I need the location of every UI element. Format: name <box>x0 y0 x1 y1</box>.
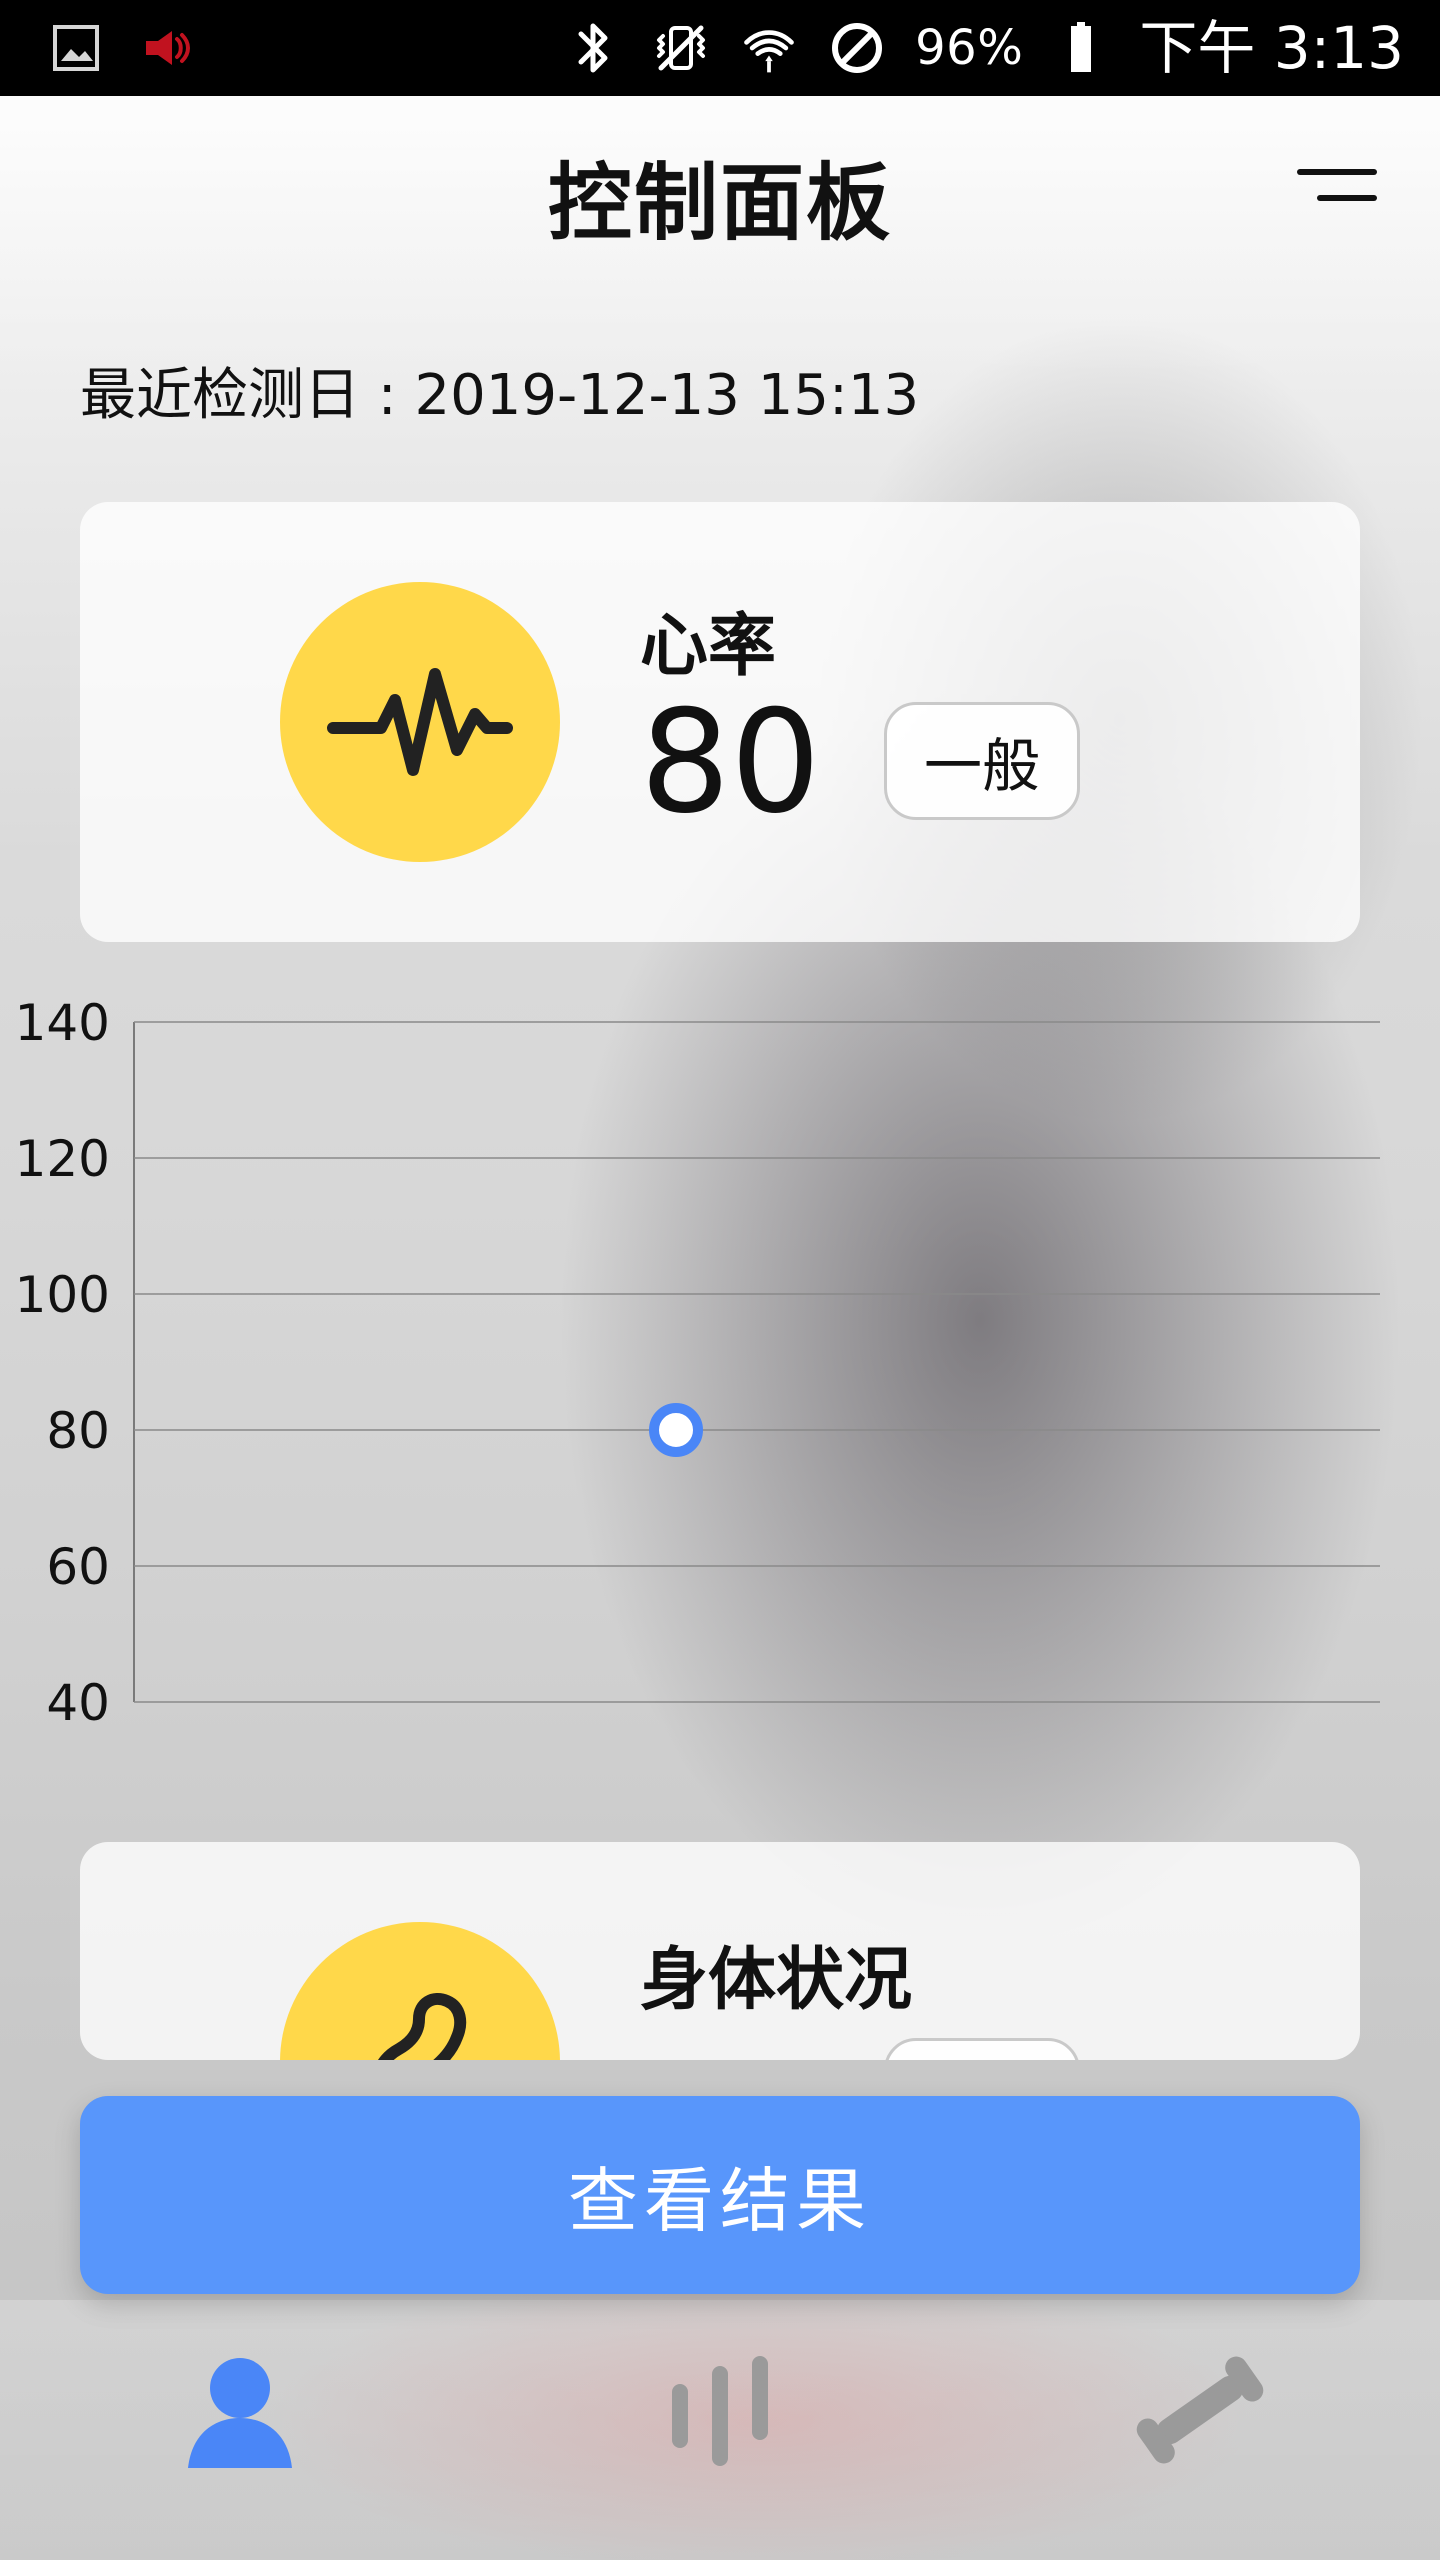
heart-rate-title: 心率 <box>640 607 777 686</box>
chart-y-tick-label: 60 <box>46 1538 110 1596</box>
wifi-icon <box>739 18 799 78</box>
do-not-disturb-icon <box>827 18 887 78</box>
vibrate-icon <box>651 18 711 78</box>
nav-profile[interactable] <box>130 2300 350 2520</box>
muscle-icon <box>378 1993 467 2060</box>
status-bar: 96% 下午 3:13 <box>0 0 1440 96</box>
nav-stats[interactable] <box>610 2300 830 2520</box>
menu-button[interactable] <box>1294 160 1380 214</box>
heart-rate-card: 心率 80 一般 <box>80 502 1360 942</box>
chart-svg: 140 120 100 80 60 40 <box>15 994 1380 1732</box>
last-check-value: 2019-12-13 15:13 <box>414 363 920 428</box>
body-status-icon-circle <box>280 1922 560 2060</box>
heartbeat-icon <box>327 668 513 776</box>
body-status-card: 身体状况 <box>80 1842 1360 2060</box>
stats-icon <box>672 2356 768 2466</box>
chart-y-tick-label: 40 <box>46 1674 110 1732</box>
bluetooth-icon <box>563 18 623 78</box>
heart-rate-icon-circle <box>280 582 560 862</box>
last-check-separator: : <box>360 363 415 428</box>
nav-training[interactable] <box>1090 2300 1310 2520</box>
status-bar-left <box>46 18 196 78</box>
status-bar-right: 96% 下午 3:13 <box>563 10 1404 86</box>
last-check-label: 最近检测日 <box>80 363 360 428</box>
chart-y-tick-label: 120 <box>15 1130 110 1188</box>
heart-rate-status-button[interactable]: 一般 <box>884 702 1080 820</box>
battery-icon <box>1051 18 1111 78</box>
menu-icon <box>1297 169 1377 201</box>
body-status-title: 身体状况 <box>640 1941 913 2020</box>
heart-rate-chart: 140 120 100 80 60 40 <box>0 980 1440 1740</box>
app-header: 控制面板 <box>0 96 1440 266</box>
chart-y-tick-label: 80 <box>46 1402 110 1460</box>
chart-y-tick-label: 100 <box>15 1266 110 1324</box>
last-check: 最近检测日 : 2019-12-13 15:13 <box>80 350 919 431</box>
chart-y-tick-label: 140 <box>15 994 110 1052</box>
view-results-button[interactable]: 查看结果 <box>80 2096 1360 2294</box>
user-icon <box>188 2358 292 2468</box>
chart-point <box>649 1403 703 1457</box>
body-status-status-button[interactable] <box>884 2038 1080 2060</box>
bottom-nav <box>0 2300 1440 2560</box>
page-title: 控制面板 <box>547 154 892 252</box>
volume-icon <box>136 18 196 78</box>
status-time: 下午 3:13 <box>1139 14 1404 82</box>
gallery-icon <box>46 18 106 78</box>
heart-rate-value: 80 <box>640 680 821 845</box>
battery-percent: 96% <box>915 20 1024 76</box>
dumbbell-icon <box>1136 2356 1264 2464</box>
